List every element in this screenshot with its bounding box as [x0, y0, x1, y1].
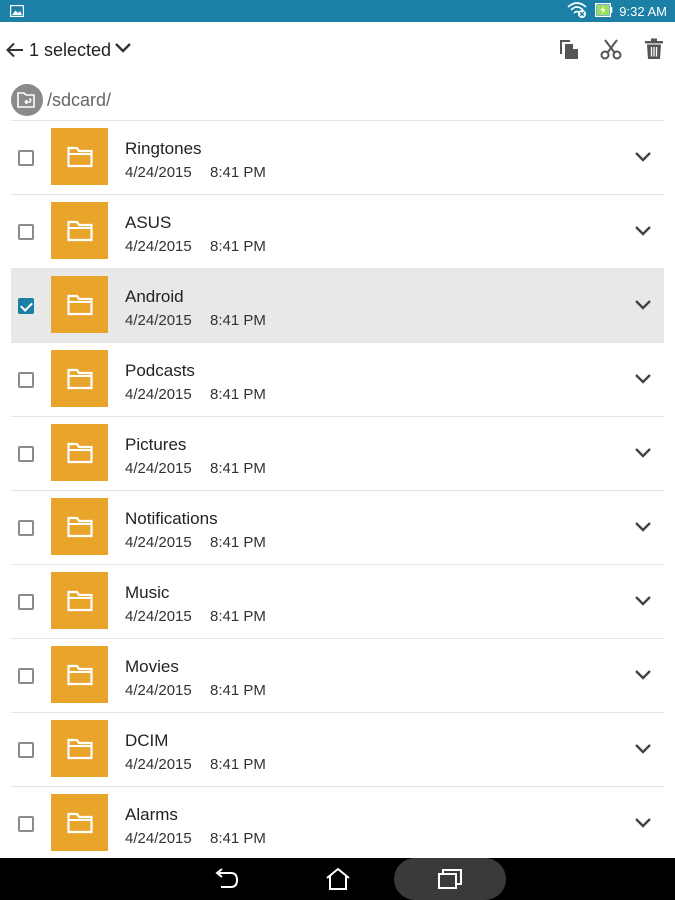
folder-date: 4/24/2015	[125, 238, 192, 255]
folder-icon	[51, 350, 108, 407]
cut-button[interactable]	[598, 38, 624, 64]
folder-icon	[51, 202, 108, 259]
row-checkbox[interactable]	[18, 446, 34, 462]
folder-time: 8:41 PM	[210, 164, 266, 181]
chevron-down-icon[interactable]	[631, 369, 655, 389]
folder-name: Movies	[125, 657, 179, 676]
folder-date: 4/24/2015	[125, 312, 192, 329]
file-row[interactable]: Movies 4/24/2015 8:41 PM	[11, 638, 664, 712]
folder-date: 4/24/2015	[125, 534, 192, 551]
folder-time: 8:41 PM	[210, 534, 266, 551]
status-bar: 9:32 AM	[0, 0, 675, 22]
file-row[interactable]: ASUS 4/24/2015 8:41 PM	[11, 194, 664, 268]
folder-name: DCIM	[125, 731, 169, 750]
selection-count: 1 selected	[29, 40, 112, 60]
row-checkbox[interactable]	[18, 372, 34, 388]
image-icon	[9, 4, 25, 22]
delete-button[interactable]	[641, 38, 667, 64]
folder-name: Podcasts	[125, 361, 195, 380]
folder-date: 4/24/2015	[125, 164, 192, 181]
chevron-down-icon[interactable]	[114, 41, 134, 59]
folder-date: 4/24/2015	[125, 756, 192, 773]
folder-name: Notifications	[125, 509, 218, 528]
folder-time: 8:41 PM	[210, 682, 266, 699]
back-icon[interactable]	[210, 863, 242, 895]
delete-icon	[644, 38, 664, 65]
file-row[interactable]: Alarms 4/24/2015 8:41 PM	[11, 786, 664, 860]
navigation-bar	[0, 858, 675, 900]
row-checkbox[interactable]	[18, 742, 34, 758]
copy-button[interactable]	[556, 38, 582, 64]
folder-icon	[51, 720, 108, 777]
file-row[interactable]: DCIM 4/24/2015 8:41 PM	[11, 712, 664, 786]
folder-icon	[51, 128, 108, 185]
folder-date: 4/24/2015	[125, 830, 192, 847]
current-path: /sdcard/	[47, 90, 112, 110]
folder-date: 4/24/2015	[125, 608, 192, 625]
battery-charging-icon	[595, 2, 613, 20]
chevron-down-icon[interactable]	[631, 517, 655, 537]
back-arrow-icon[interactable]	[4, 38, 26, 62]
row-checkbox[interactable]	[18, 816, 34, 832]
folder-name: Pictures	[125, 435, 187, 454]
row-checkbox[interactable]	[18, 150, 34, 166]
folder-name: ASUS	[125, 213, 172, 232]
cut-icon	[600, 38, 622, 65]
file-row[interactable]: Music 4/24/2015 8:41 PM	[11, 564, 664, 638]
file-row[interactable]: Pictures 4/24/2015 8:41 PM	[11, 416, 664, 490]
home-icon[interactable]	[322, 863, 354, 895]
folder-time: 8:41 PM	[210, 238, 266, 255]
folder-date: 4/24/2015	[125, 682, 192, 699]
chevron-down-icon[interactable]	[631, 591, 655, 611]
folder-icon	[51, 276, 108, 333]
chevron-down-icon[interactable]	[631, 739, 655, 759]
file-list: Ringtones 4/24/2015 8:41 PM ASUS 4/24/20…	[11, 120, 664, 860]
folder-icon	[51, 572, 108, 629]
storage-switch-icon[interactable]	[11, 84, 43, 116]
file-row[interactable]: Notifications 4/24/2015 8:41 PM	[11, 490, 664, 564]
path-bar: /sdcard/	[0, 78, 675, 120]
file-row[interactable]: Podcasts 4/24/2015 8:41 PM	[11, 342, 664, 416]
recents-icon[interactable]	[434, 863, 466, 895]
row-checkbox[interactable]	[18, 594, 34, 610]
folder-icon	[51, 498, 108, 555]
row-checkbox-checked[interactable]	[18, 298, 34, 314]
folder-time: 8:41 PM	[210, 608, 266, 625]
chevron-down-icon[interactable]	[631, 813, 655, 833]
chevron-down-icon[interactable]	[631, 221, 655, 241]
status-time: 9:32 AM	[619, 3, 667, 19]
folder-name: Music	[125, 583, 170, 602]
row-checkbox[interactable]	[18, 520, 34, 536]
wifi-icon	[567, 1, 589, 22]
chevron-down-icon[interactable]	[631, 147, 655, 167]
folder-date: 4/24/2015	[125, 460, 192, 477]
folder-icon	[51, 794, 108, 851]
folder-name: Ringtones	[125, 139, 202, 158]
folder-icon	[51, 646, 108, 703]
folder-time: 8:41 PM	[210, 312, 266, 329]
folder-time: 8:41 PM	[210, 386, 266, 403]
row-checkbox[interactable]	[18, 224, 34, 240]
folder-name: Alarms	[125, 805, 178, 824]
folder-time: 8:41 PM	[210, 830, 266, 847]
copy-icon	[558, 38, 580, 65]
file-row[interactable]: Ringtones 4/24/2015 8:41 PM	[11, 120, 664, 194]
chevron-down-icon[interactable]	[631, 443, 655, 463]
chevron-down-icon[interactable]	[631, 665, 655, 685]
folder-name: Android	[125, 287, 184, 306]
folder-date: 4/24/2015	[125, 386, 192, 403]
chevron-down-icon[interactable]	[631, 295, 655, 315]
folder-icon	[51, 424, 108, 481]
folder-time: 8:41 PM	[210, 460, 266, 477]
folder-time: 8:41 PM	[210, 756, 266, 773]
action-bar: 1 selected	[0, 22, 675, 78]
row-checkbox[interactable]	[18, 668, 34, 684]
file-row-selected[interactable]: Android 4/24/2015 8:41 PM	[11, 268, 664, 342]
